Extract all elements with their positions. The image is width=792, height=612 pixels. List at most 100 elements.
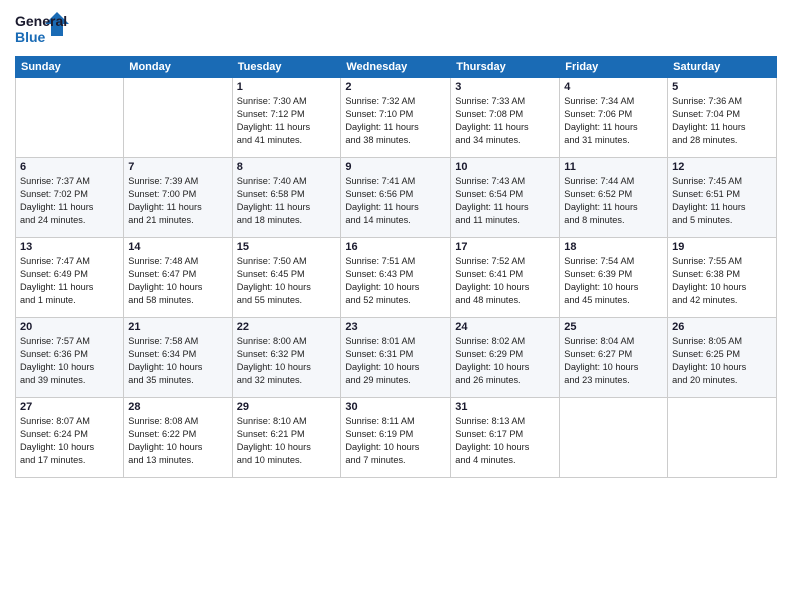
day-info: Sunrise: 8:02 AM Sunset: 6:29 PM Dayligh…	[455, 335, 555, 387]
day-info: Sunrise: 7:36 AM Sunset: 7:04 PM Dayligh…	[672, 95, 772, 147]
calendar-cell: 3 Sunrise: 7:33 AM Sunset: 7:08 PM Daylig…	[451, 78, 560, 158]
day-info: Sunrise: 7:37 AM Sunset: 7:02 PM Dayligh…	[20, 175, 119, 227]
day-number: 3	[455, 81, 555, 93]
day-info: Sunrise: 7:51 AM Sunset: 6:43 PM Dayligh…	[345, 255, 446, 307]
day-info: Sunrise: 8:08 AM Sunset: 6:22 PM Dayligh…	[128, 415, 227, 467]
day-number: 31	[455, 401, 555, 413]
day-info: Sunrise: 8:13 AM Sunset: 6:17 PM Dayligh…	[455, 415, 555, 467]
calendar-cell: 1 Sunrise: 7:30 AM Sunset: 7:12 PM Daylig…	[232, 78, 341, 158]
calendar-cell: 13 Sunrise: 7:47 AM Sunset: 6:49 PM Dayli…	[16, 238, 124, 318]
day-number: 15	[237, 241, 337, 253]
weekday-header-sunday: Sunday	[16, 57, 124, 78]
logo: GeneralBlue	[15, 10, 75, 50]
weekday-header-monday: Monday	[124, 57, 232, 78]
calendar-cell	[560, 398, 668, 478]
day-number: 20	[20, 321, 119, 333]
svg-text:Blue: Blue	[15, 29, 46, 45]
day-info: Sunrise: 8:04 AM Sunset: 6:27 PM Dayligh…	[564, 335, 663, 387]
day-number: 25	[564, 321, 663, 333]
day-number: 13	[20, 241, 119, 253]
day-info: Sunrise: 7:52 AM Sunset: 6:41 PM Dayligh…	[455, 255, 555, 307]
day-info: Sunrise: 8:11 AM Sunset: 6:19 PM Dayligh…	[345, 415, 446, 467]
calendar-cell: 23 Sunrise: 8:01 AM Sunset: 6:31 PM Dayli…	[341, 318, 451, 398]
calendar-week-row: 27 Sunrise: 8:07 AM Sunset: 6:24 PM Dayli…	[16, 398, 777, 478]
calendar-cell: 14 Sunrise: 7:48 AM Sunset: 6:47 PM Dayli…	[124, 238, 232, 318]
weekday-header-friday: Friday	[560, 57, 668, 78]
day-info: Sunrise: 7:57 AM Sunset: 6:36 PM Dayligh…	[20, 335, 119, 387]
day-info: Sunrise: 7:39 AM Sunset: 7:00 PM Dayligh…	[128, 175, 227, 227]
calendar-cell: 2Sunrise: 7:32 AM Sunset: 7:10 PM Daylig…	[341, 78, 451, 158]
day-info: Sunrise: 7:30 AM Sunset: 7:12 PM Dayligh…	[237, 95, 337, 147]
day-info: Sunrise: 7:45 AM Sunset: 6:51 PM Dayligh…	[672, 175, 772, 227]
day-info: Sunrise: 8:07 AM Sunset: 6:24 PM Dayligh…	[20, 415, 119, 467]
day-number: 26	[672, 321, 772, 333]
calendar-cell: 4 Sunrise: 7:34 AM Sunset: 7:06 PM Daylig…	[560, 78, 668, 158]
day-number: 5	[672, 81, 772, 93]
calendar-cell: 29 Sunrise: 8:10 AM Sunset: 6:21 PM Dayli…	[232, 398, 341, 478]
calendar-week-row: 1 Sunrise: 7:30 AM Sunset: 7:12 PM Daylig…	[16, 78, 777, 158]
logo-svg: GeneralBlue	[15, 10, 75, 50]
calendar-cell: 24 Sunrise: 8:02 AM Sunset: 6:29 PM Dayli…	[451, 318, 560, 398]
day-info: Sunrise: 7:47 AM Sunset: 6:49 PM Dayligh…	[20, 255, 119, 307]
calendar-cell	[16, 78, 124, 158]
calendar-cell: 30 Sunrise: 8:11 AM Sunset: 6:19 PM Dayli…	[341, 398, 451, 478]
day-info: Sunrise: 7:33 AM Sunset: 7:08 PM Dayligh…	[455, 95, 555, 147]
day-number: 29	[237, 401, 337, 413]
calendar-week-row: 13 Sunrise: 7:47 AM Sunset: 6:49 PM Dayli…	[16, 238, 777, 318]
calendar-cell: 28Sunrise: 8:08 AM Sunset: 6:22 PM Dayli…	[124, 398, 232, 478]
calendar-table: SundayMondayTuesdayWednesdayThursdayFrid…	[15, 56, 777, 478]
day-number: 4	[564, 81, 663, 93]
calendar-cell: 15Sunrise: 7:50 AM Sunset: 6:45 PM Dayli…	[232, 238, 341, 318]
calendar-cell: 5 Sunrise: 7:36 AM Sunset: 7:04 PM Daylig…	[668, 78, 777, 158]
day-number: 1	[237, 81, 337, 93]
calendar-cell	[124, 78, 232, 158]
day-number: 23	[345, 321, 446, 333]
day-info: Sunrise: 7:58 AM Sunset: 6:34 PM Dayligh…	[128, 335, 227, 387]
day-number: 30	[345, 401, 446, 413]
day-info: Sunrise: 7:32 AM Sunset: 7:10 PM Dayligh…	[345, 95, 446, 147]
day-info: Sunrise: 7:34 AM Sunset: 7:06 PM Dayligh…	[564, 95, 663, 147]
weekday-header-wednesday: Wednesday	[341, 57, 451, 78]
calendar-cell: 6Sunrise: 7:37 AM Sunset: 7:02 PM Daylig…	[16, 158, 124, 238]
day-number: 12	[672, 161, 772, 173]
calendar-cell	[668, 398, 777, 478]
weekday-header-row: SundayMondayTuesdayWednesdayThursdayFrid…	[16, 57, 777, 78]
day-number: 7	[128, 161, 227, 173]
day-number: 9	[345, 161, 446, 173]
calendar-cell: 16 Sunrise: 7:51 AM Sunset: 6:43 PM Dayli…	[341, 238, 451, 318]
calendar-cell: 21 Sunrise: 7:58 AM Sunset: 6:34 PM Dayli…	[124, 318, 232, 398]
day-info: Sunrise: 8:01 AM Sunset: 6:31 PM Dayligh…	[345, 335, 446, 387]
day-info: Sunrise: 7:41 AM Sunset: 6:56 PM Dayligh…	[345, 175, 446, 227]
calendar-week-row: 6Sunrise: 7:37 AM Sunset: 7:02 PM Daylig…	[16, 158, 777, 238]
calendar-cell: 10 Sunrise: 7:43 AM Sunset: 6:54 PM Dayli…	[451, 158, 560, 238]
day-number: 14	[128, 241, 227, 253]
day-info: Sunrise: 7:40 AM Sunset: 6:58 PM Dayligh…	[237, 175, 337, 227]
calendar-cell: 18Sunrise: 7:54 AM Sunset: 6:39 PM Dayli…	[560, 238, 668, 318]
day-number: 10	[455, 161, 555, 173]
calendar-cell: 22Sunrise: 8:00 AM Sunset: 6:32 PM Dayli…	[232, 318, 341, 398]
day-number: 27	[20, 401, 119, 413]
calendar-cell: 19Sunrise: 7:55 AM Sunset: 6:38 PM Dayli…	[668, 238, 777, 318]
day-number: 21	[128, 321, 227, 333]
calendar-cell: 12 Sunrise: 7:45 AM Sunset: 6:51 PM Dayli…	[668, 158, 777, 238]
day-number: 16	[345, 241, 446, 253]
calendar-cell: 8Sunrise: 7:40 AM Sunset: 6:58 PM Daylig…	[232, 158, 341, 238]
calendar-week-row: 20 Sunrise: 7:57 AM Sunset: 6:36 PM Dayli…	[16, 318, 777, 398]
calendar-page: GeneralBlue SundayMondayTuesdayWednesday…	[0, 0, 792, 612]
calendar-cell: 9 Sunrise: 7:41 AM Sunset: 6:56 PM Daylig…	[341, 158, 451, 238]
calendar-cell: 26 Sunrise: 8:05 AM Sunset: 6:25 PM Dayli…	[668, 318, 777, 398]
day-info: Sunrise: 8:10 AM Sunset: 6:21 PM Dayligh…	[237, 415, 337, 467]
day-info: Sunrise: 8:05 AM Sunset: 6:25 PM Dayligh…	[672, 335, 772, 387]
day-info: Sunrise: 7:43 AM Sunset: 6:54 PM Dayligh…	[455, 175, 555, 227]
day-number: 11	[564, 161, 663, 173]
weekday-header-saturday: Saturday	[668, 57, 777, 78]
day-number: 17	[455, 241, 555, 253]
day-number: 22	[237, 321, 337, 333]
day-number: 24	[455, 321, 555, 333]
day-info: Sunrise: 7:54 AM Sunset: 6:39 PM Dayligh…	[564, 255, 663, 307]
calendar-cell: 11 Sunrise: 7:44 AM Sunset: 6:52 PM Dayli…	[560, 158, 668, 238]
day-info: Sunrise: 7:48 AM Sunset: 6:47 PM Dayligh…	[128, 255, 227, 307]
calendar-cell: 17 Sunrise: 7:52 AM Sunset: 6:41 PM Dayli…	[451, 238, 560, 318]
calendar-cell: 20 Sunrise: 7:57 AM Sunset: 6:36 PM Dayli…	[16, 318, 124, 398]
day-info: Sunrise: 7:44 AM Sunset: 6:52 PM Dayligh…	[564, 175, 663, 227]
